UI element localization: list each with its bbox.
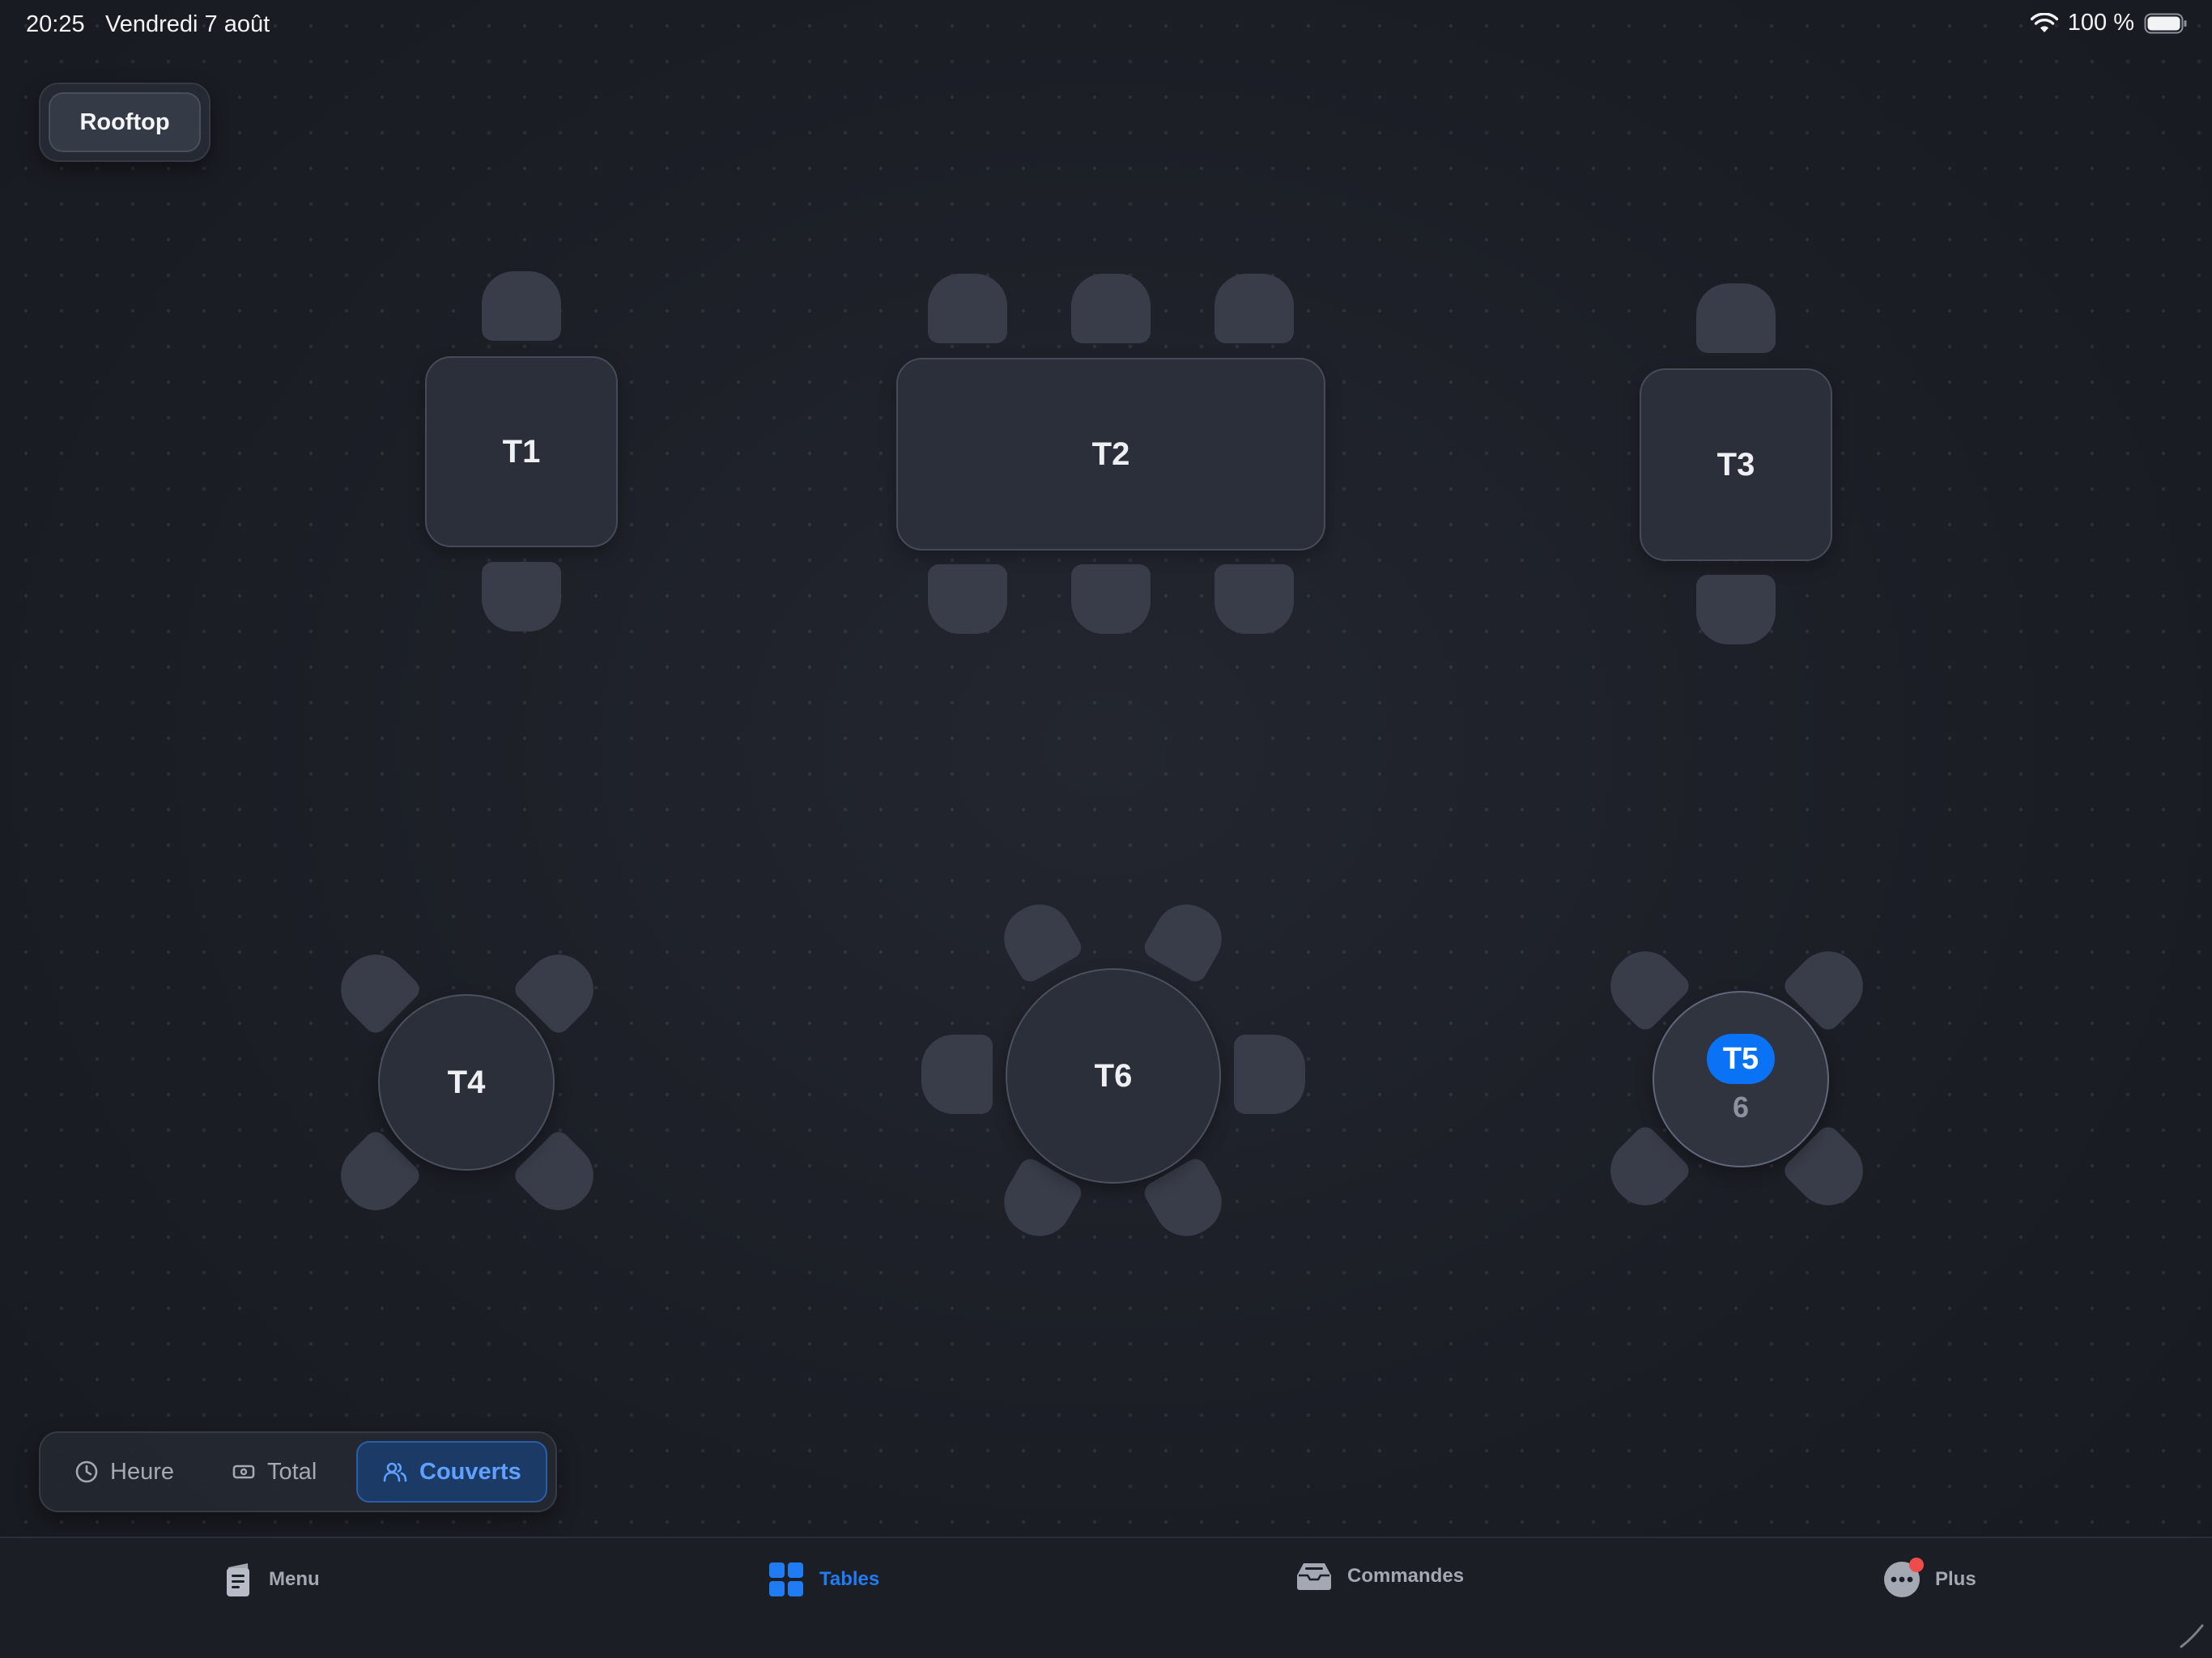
mode-label: Heure (110, 1458, 174, 1485)
mode-total[interactable]: Total (232, 1441, 317, 1503)
grid-icon (769, 1562, 803, 1596)
room-button[interactable]: Rooftop (49, 92, 201, 152)
status-date: Vendredi 7 août (105, 11, 270, 37)
chair (1696, 283, 1776, 353)
chair (482, 271, 561, 341)
table-t2[interactable]: T2 (896, 358, 1325, 551)
tab-label: Menu (269, 1568, 320, 1590)
chair (921, 1035, 993, 1114)
chair (1696, 575, 1776, 644)
table-label: T4 (447, 1064, 486, 1100)
table-label: T2 (1091, 436, 1130, 472)
room-selector: Rooftop (39, 83, 211, 162)
status-time: 20:25 (26, 11, 85, 37)
banknote-icon (232, 1465, 255, 1479)
chair (1214, 274, 1294, 343)
chair (482, 562, 561, 631)
mode-heure[interactable]: Heure (74, 1441, 174, 1503)
chair (1071, 564, 1151, 634)
chair (928, 564, 1007, 634)
tab-label: Commandes (1347, 1565, 1465, 1587)
mode-label: Couverts (419, 1458, 521, 1485)
battery-percent: 100 % (2067, 10, 2134, 36)
tab-plus[interactable]: Plus (1883, 1558, 1976, 1598)
chair (928, 274, 1007, 343)
table-label: T6 (1094, 1057, 1133, 1094)
notification-badge (1909, 1558, 1924, 1572)
table-t3[interactable]: T3 (1640, 368, 1832, 561)
table-t5[interactable]: T5 6 (1653, 991, 1829, 1167)
table-t1[interactable]: T1 (425, 356, 618, 547)
battery-icon (2144, 13, 2187, 33)
tab-label: Tables (819, 1568, 880, 1590)
wifi-icon (2030, 12, 2058, 32)
tab-menu[interactable]: Menu (223, 1561, 320, 1598)
pencil-corner-icon (2180, 1624, 2204, 1648)
display-mode-control: Heure Total Couverts (39, 1431, 557, 1512)
covers-count: 6 (1732, 1090, 1750, 1124)
chair (1234, 1035, 1305, 1114)
chair (1071, 274, 1151, 343)
tab-label: Plus (1935, 1568, 1976, 1590)
tab-bar: Menu Tables Commandes Plus (0, 1537, 2212, 1658)
chair (1214, 564, 1294, 634)
mode-couverts[interactable]: Couverts (356, 1441, 547, 1503)
users-icon (383, 1462, 407, 1482)
status-bar: 20:25 Vendredi 7 août 100 % (0, 0, 2212, 52)
tray-icon (1297, 1563, 1331, 1590)
tab-commandes[interactable]: Commandes (1295, 1561, 1464, 1592)
clock-icon (75, 1460, 98, 1483)
table-label: T3 (1716, 446, 1755, 483)
status-right: 100 % (2030, 10, 2188, 36)
table-t6[interactable]: T6 (1006, 968, 1221, 1184)
plus-icon-wrap (1883, 1558, 1924, 1598)
table-label-badge: T5 (1706, 1034, 1776, 1084)
tab-tables[interactable]: Tables (768, 1561, 879, 1598)
table-label: T1 (502, 433, 541, 470)
mode-label: Total (267, 1458, 317, 1485)
floor-grid (0, 0, 2212, 1538)
menu-book-icon (227, 1563, 249, 1596)
table-t4[interactable]: T4 (378, 994, 555, 1171)
